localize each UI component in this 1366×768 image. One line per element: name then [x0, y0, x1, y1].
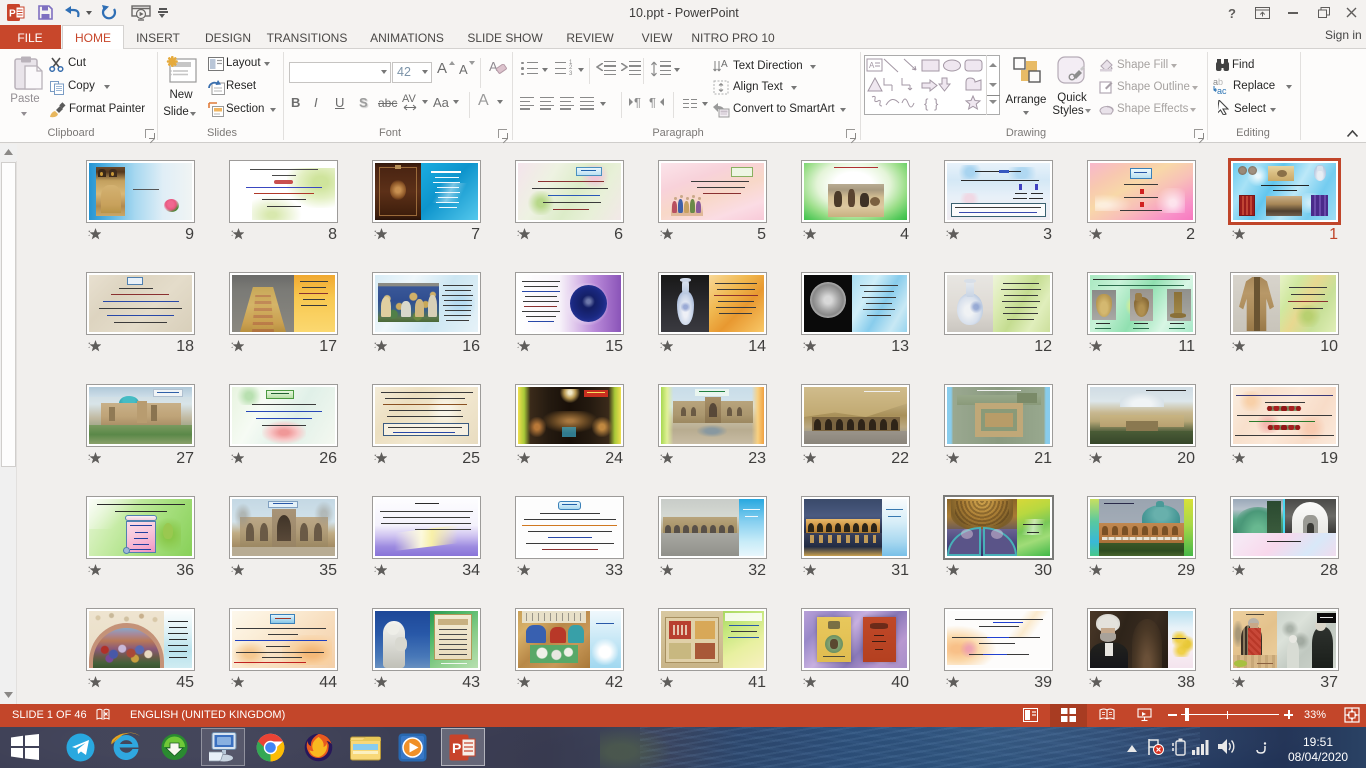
svg-text:A: A [721, 59, 728, 70]
svg-text:{: { [924, 96, 929, 111]
svg-text:¶: ¶ [649, 96, 656, 108]
svg-text:}: } [934, 96, 939, 111]
svg-text:¶: ¶ [634, 96, 641, 108]
svg-text:P: P [452, 740, 461, 756]
svg-text:P: P [9, 9, 16, 20]
svg-text:A: A [869, 61, 875, 70]
